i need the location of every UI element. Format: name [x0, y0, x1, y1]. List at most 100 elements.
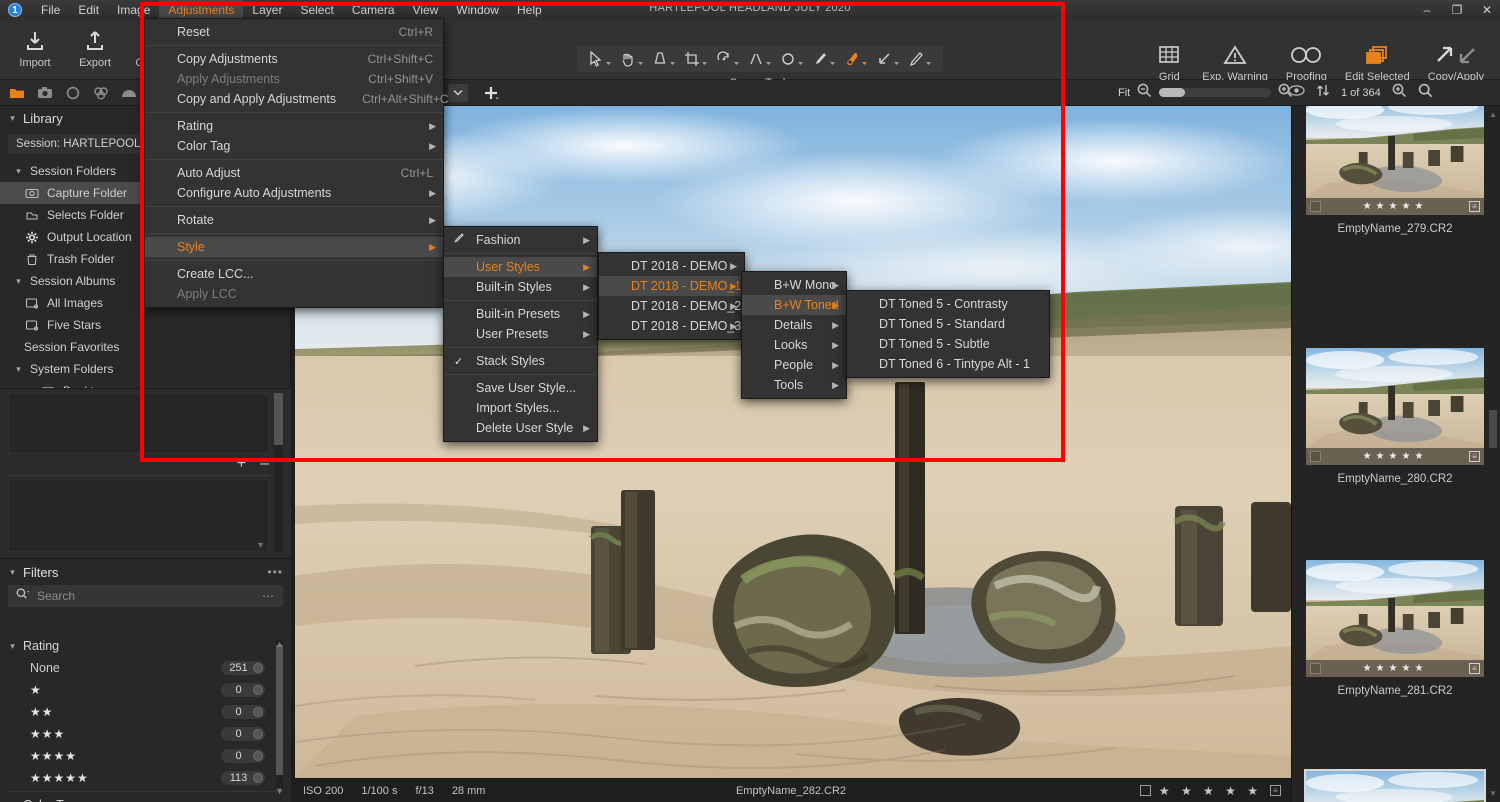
menu-item-details[interactable]: Details▶ [742, 315, 846, 335]
white-balance-picker-tool[interactable] [649, 51, 679, 67]
crop-tool[interactable] [681, 51, 711, 67]
filter-count-pill[interactable]: 0 [221, 705, 265, 719]
filter-row[interactable]: None251 [0, 657, 291, 679]
user-styles-submenu[interactable]: DT 2018 - DEMO▶DT 2018 - DEMO_1▶ DT 2018 … [598, 252, 745, 340]
menubar-item-edit[interactable]: Edit [69, 0, 108, 20]
star-rating[interactable]: ★★★★★ [1325, 663, 1465, 674]
menu-item-dt-2018-demo-3[interactable]: DT 2018 - DEMO_3▶ [599, 316, 744, 336]
rotate-tool[interactable] [713, 51, 743, 67]
menu-item-looks[interactable]: Looks▶ [742, 335, 846, 355]
filmstrip-panel[interactable]: ▲ ▼ ★★★★★≡EmptyName_279.CR2 ★★★★★≡EmptyNa… [1291, 106, 1500, 802]
pointer-tool[interactable] [585, 51, 615, 67]
menu-item-b-w-toned[interactable]: B+W Toned▶ [742, 295, 846, 315]
menubar-item-image[interactable]: Image [108, 0, 159, 20]
filters-scrollbar[interactable] [276, 639, 283, 788]
search-input[interactable]: Search [37, 589, 255, 603]
color-tag-swatch[interactable] [1310, 663, 1321, 674]
filter-count-pill[interactable]: 0 [221, 683, 265, 697]
favorites-list-box[interactable] [8, 393, 269, 453]
thumbnail-frame[interactable]: ★★★★★≡ [1304, 106, 1486, 217]
menu-item-dt-toned-5-standard[interactable]: DT Toned 5 - Standard [847, 314, 1049, 334]
close-icon[interactable]: ✕ [1480, 3, 1494, 17]
filter-group-color-tag[interactable]: ▾Color Tag [0, 794, 291, 802]
edit-selected-button[interactable]: Edit Selected [1337, 42, 1418, 83]
menu-item-save-user-style[interactable]: Save User Style... [444, 378, 597, 398]
menu-item-dt-toned-5-contrasty[interactable]: DT Toned 5 - Contrasty [847, 294, 1049, 314]
keystone-tool[interactable] [745, 51, 775, 67]
metadata-icon[interactable]: ≡ [1469, 663, 1480, 674]
metadata-icon[interactable]: ≡ [1469, 451, 1480, 462]
draw-mask-tool[interactable] [905, 51, 935, 67]
filter-toggle-knob[interactable] [253, 685, 263, 695]
metadata-icon[interactable]: ≡ [1270, 785, 1281, 796]
menubar-item-camera[interactable]: Camera [343, 0, 404, 20]
gradient-mask-tool[interactable] [873, 51, 903, 67]
proofing-button[interactable]: Proofing [1278, 42, 1335, 83]
menu-item-import-styles[interactable]: Import Styles... [444, 398, 597, 418]
menu-item-dt-2018-demo[interactable]: DT 2018 - DEMO▶ [599, 256, 744, 276]
menu-item-rating[interactable]: Rating▶ [145, 116, 443, 136]
filters-search-box[interactable]: Search ⋯ [8, 585, 283, 607]
restore-icon[interactable]: ❐ [1450, 3, 1464, 17]
zoom-out-icon[interactable] [1137, 83, 1152, 103]
filter-toggle-knob[interactable] [253, 663, 263, 673]
thumbnail-frame[interactable]: ★★★★★≡ [1304, 346, 1486, 467]
menubar-item-window[interactable]: Window [447, 0, 508, 20]
menu-item-rotate[interactable]: Rotate▶ [145, 210, 443, 230]
sidebar-item-five-stars[interactable]: Five Stars [0, 314, 290, 336]
star-rating[interactable]: ★ ★ ★ ★ ★ [1159, 784, 1262, 798]
filter-row[interactable]: ★★0 [0, 701, 291, 723]
filter-count-pill[interactable]: 0 [221, 749, 265, 763]
local-adjustment-brush-tool[interactable] [809, 51, 839, 67]
pan-hand-tool[interactable] [617, 51, 647, 67]
chevron-up-icon[interactable]: ▲ [1489, 110, 1497, 119]
chevron-down-icon[interactable]: ▼ [1489, 789, 1497, 798]
remove-favorite-button[interactable]: – [260, 455, 269, 473]
zoom-slider[interactable] [1159, 88, 1271, 97]
metadata-icon[interactable]: ≡ [1469, 201, 1480, 212]
filmstrip-thumbnail[interactable]: ★★★★★≡EmptyName_279.CR2 [1304, 106, 1486, 235]
thumbnail-frame[interactable]: ★★★★★ ≡ [1304, 558, 1486, 679]
bw-toned-submenu[interactable]: DT Toned 5 - ContrastyDT Toned 5 - Stand… [846, 290, 1050, 378]
menu-item-copy-adjustments[interactable]: Copy AdjustmentsCtrl+Shift+C [145, 49, 443, 69]
menu-item-copy-and-apply-adjustments[interactable]: Copy and Apply AdjustmentsCtrl+Alt+Shift… [145, 89, 443, 109]
menu-item-color-tag[interactable]: Color Tag▶ [145, 136, 443, 156]
color-balance-icon[interactable] [88, 86, 114, 100]
menu-item-dt-2018-demo-1[interactable]: DT 2018 - DEMO_1▶ [599, 276, 744, 296]
menubar-item-view[interactable]: View [404, 0, 448, 20]
menu-item-stack-styles[interactable]: ✓Stack Styles [444, 351, 597, 371]
filter-toggle-knob[interactable] [253, 729, 263, 739]
menu-item-dt-toned-5-subtle[interactable]: DT Toned 5 - Subtle [847, 334, 1049, 354]
menubar-item-file[interactable]: File [32, 0, 69, 20]
exposure-warning-button[interactable]: Exp. Warning [1194, 42, 1276, 83]
menu-item-create-lcc[interactable]: Create LCC... [145, 264, 443, 284]
scrollbar-thumb[interactable] [1489, 410, 1497, 448]
search-icon[interactable] [1418, 83, 1433, 103]
camera-icon[interactable] [32, 86, 58, 100]
menu-item-configure-auto-adjustments[interactable]: Configure Auto Adjustments▶ [145, 183, 443, 203]
menu-item-b-w-mono[interactable]: B+W Mono▶ [742, 275, 846, 295]
demo1-submenu[interactable]: B+W Mono▶B+W Toned▶Details▶Looks▶People▶… [741, 271, 847, 399]
copy-apply-button[interactable]: Copy/Apply [1420, 42, 1492, 83]
menubar-item-layer[interactable]: Layer [243, 0, 291, 20]
adjustments-menu[interactable]: ResetCtrl+RCopy AdjustmentsCtrl+Shift+CA… [144, 18, 444, 308]
menubar-item-help[interactable]: Help [508, 0, 551, 20]
import-button[interactable]: Import [6, 24, 64, 69]
filters-header[interactable]: ▾ Filters ••• [0, 559, 291, 585]
filmstrip-thumbnail[interactable]: ★★★★★≡EmptyName_280.CR2 [1304, 346, 1486, 485]
filter-row[interactable]: ★★★0 [0, 723, 291, 745]
menu-item-people[interactable]: People▶ [742, 355, 846, 375]
filter-count-pill[interactable]: 0 [221, 727, 265, 741]
search-options-icon[interactable]: ⋯ [262, 589, 275, 603]
filter-row[interactable]: ★★★★0 [0, 745, 291, 767]
filter-row[interactable]: ★★★★★113 [0, 767, 291, 789]
menu-item-style[interactable]: Style▶ [145, 237, 443, 257]
sort-updown-icon[interactable] [1316, 84, 1330, 102]
filter-group-rating[interactable]: ▾Rating [0, 635, 291, 657]
filter-row[interactable]: ★0 [0, 679, 291, 701]
filter-count-pill[interactable]: 113 [221, 771, 265, 785]
menubar-item-adjustments[interactable]: Adjustments [159, 0, 243, 20]
add-icon[interactable] [478, 85, 504, 101]
spot-removal-tool[interactable] [777, 51, 807, 67]
menu-item-reset[interactable]: ResetCtrl+R [145, 22, 443, 42]
